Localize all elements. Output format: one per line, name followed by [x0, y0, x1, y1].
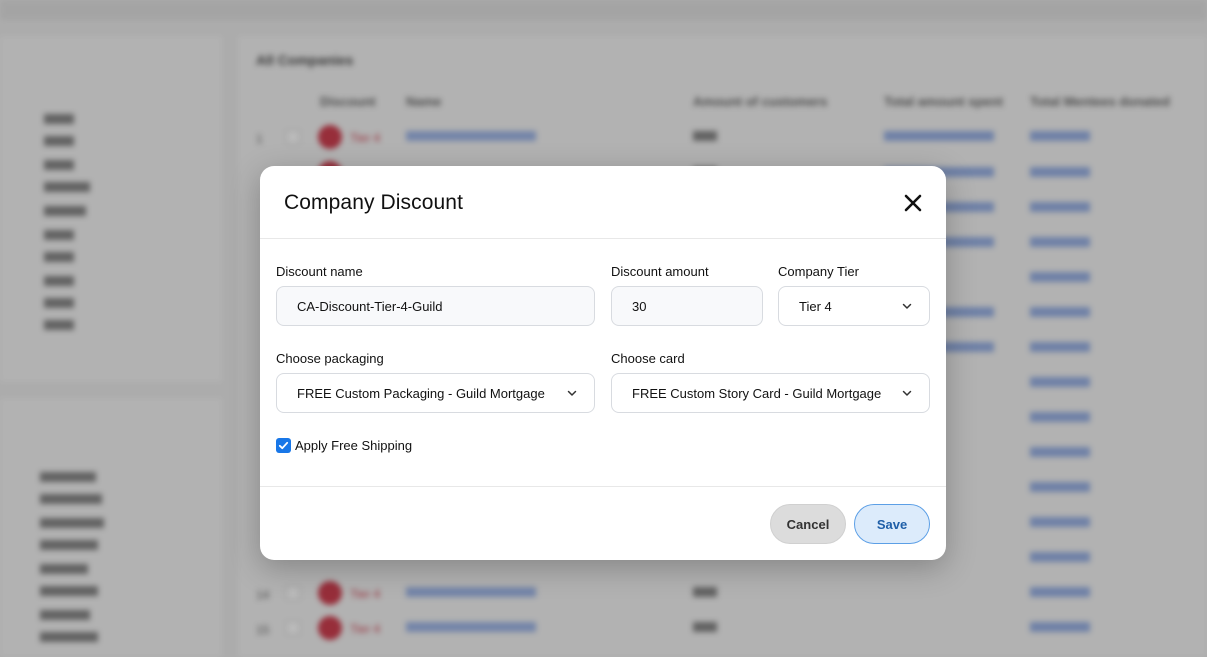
packaging-label: Choose packaging: [276, 351, 384, 366]
close-icon: [904, 194, 922, 212]
discount-amount-label: Discount amount: [611, 264, 709, 279]
dialog-header: Company Discount: [260, 166, 946, 239]
free-shipping-label[interactable]: Apply Free Shipping: [295, 438, 412, 453]
close-button[interactable]: [900, 190, 926, 216]
cancel-button[interactable]: Cancel: [770, 504, 846, 544]
company-discount-dialog: Company Discount Discount name CA-Discou…: [260, 166, 946, 560]
checkmark-icon: [278, 441, 289, 450]
discount-name-label: Discount name: [276, 264, 363, 279]
company-tier-select[interactable]: Tier 4: [778, 286, 930, 326]
save-button[interactable]: Save: [854, 504, 930, 544]
dialog-title: Company Discount: [284, 191, 464, 214]
card-select[interactable]: FREE Custom Story Card - Guild Mortgage: [611, 373, 930, 413]
card-label: Choose card: [611, 351, 685, 366]
chevron-down-icon: [902, 303, 912, 309]
dialog-footer: Cancel Save: [260, 486, 946, 560]
discount-name-input[interactable]: CA-Discount-Tier-4-Guild: [276, 286, 595, 326]
company-tier-label: Company Tier: [778, 264, 859, 279]
chevron-down-icon: [567, 390, 577, 396]
discount-amount-input[interactable]: 30: [611, 286, 763, 326]
chevron-down-icon: [902, 390, 912, 396]
free-shipping-checkbox[interactable]: [276, 438, 291, 453]
packaging-select[interactable]: FREE Custom Packaging - Guild Mortgage: [276, 373, 595, 413]
